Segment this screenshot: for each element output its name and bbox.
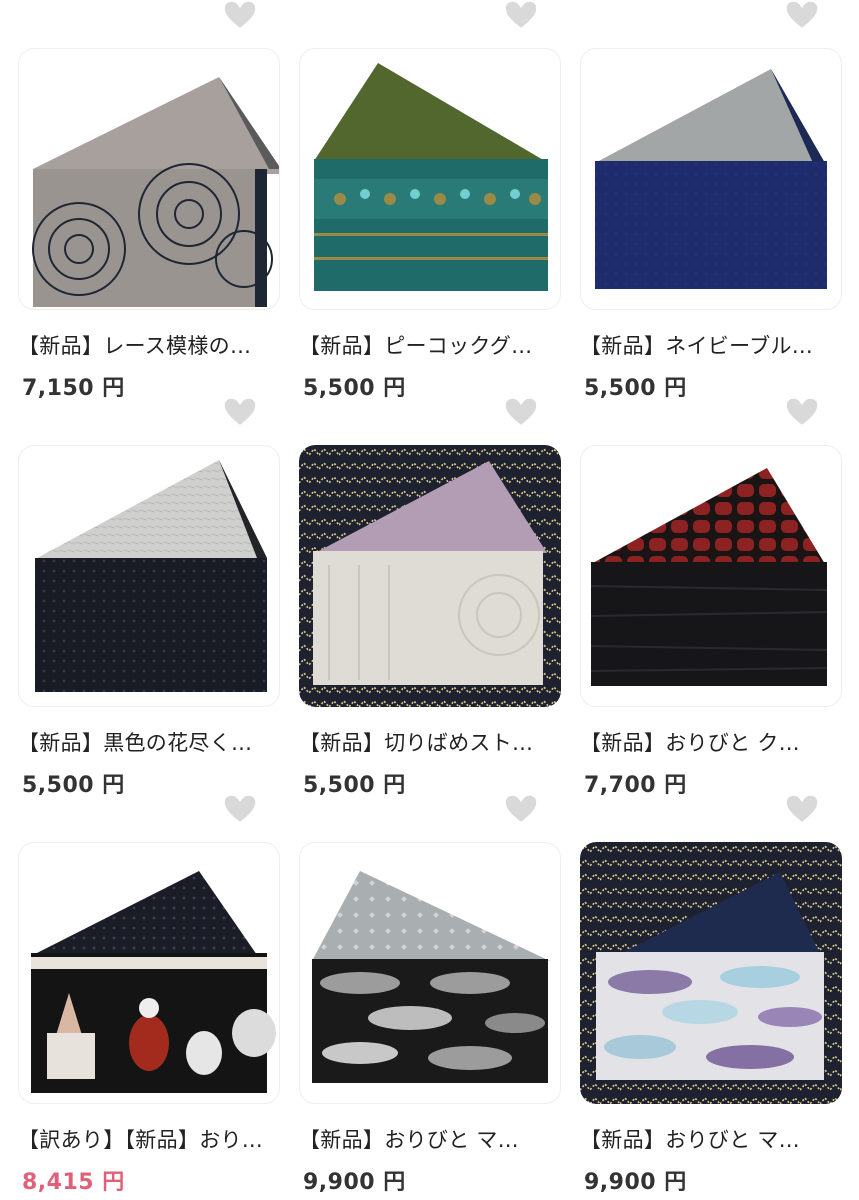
product-title[interactable]: 【新品】レース模様の… xyxy=(18,330,280,360)
product-title[interactable]: 【新品】ネイビーブル… xyxy=(580,330,842,360)
product-title[interactable]: 【新品】黒色の花尽く… xyxy=(18,727,280,757)
product-image[interactable] xyxy=(580,445,842,707)
product-price-sale: 8,415 円 xyxy=(22,1170,125,1195)
product-image[interactable] xyxy=(18,445,280,707)
product-image[interactable] xyxy=(299,842,561,1104)
product-title[interactable]: 【訳あり】【新品】おり… xyxy=(18,1124,280,1154)
product-image[interactable] xyxy=(18,48,280,310)
product-title[interactable]: 【新品】おりびと マ… xyxy=(580,1124,842,1154)
product-image[interactable] xyxy=(580,48,842,310)
product-grid: 【新品】レース模様の… 7,150 円 【新品】ピーコックグ… 5,500 円 … xyxy=(0,0,859,1200)
product-price: 9,900 円 xyxy=(584,1170,687,1195)
product-price: 5,500 円 xyxy=(584,376,687,401)
product-price: 5,500 円 xyxy=(22,773,125,798)
product-title[interactable]: 【新品】おりびと マ… xyxy=(299,1124,561,1154)
favorite-heart-icon[interactable] xyxy=(220,393,260,433)
product-title[interactable]: 【新品】おりびと ク… xyxy=(580,727,842,757)
product-price: 5,500 円 xyxy=(303,376,406,401)
favorite-heart-icon[interactable] xyxy=(220,0,260,36)
product-price: 7,700 円 xyxy=(584,773,687,798)
favorite-heart-icon[interactable] xyxy=(782,790,822,830)
product-image[interactable] xyxy=(18,842,280,1104)
favorite-heart-icon[interactable] xyxy=(501,0,541,36)
product-price: 5,500 円 xyxy=(303,773,406,798)
favorite-heart-icon[interactable] xyxy=(501,393,541,433)
product-image[interactable] xyxy=(299,445,561,707)
product-image[interactable] xyxy=(580,842,842,1104)
product-image[interactable] xyxy=(299,48,561,310)
favorite-heart-icon[interactable] xyxy=(782,0,822,36)
product-price: 7,150 円 xyxy=(22,376,125,401)
product-price: 9,900 円 xyxy=(303,1170,406,1195)
favorite-heart-icon[interactable] xyxy=(501,790,541,830)
product-title[interactable]: 【新品】切りばめスト… xyxy=(299,727,561,757)
product-title[interactable]: 【新品】ピーコックグ… xyxy=(299,330,561,360)
favorite-heart-icon[interactable] xyxy=(220,790,260,830)
favorite-heart-icon[interactable] xyxy=(782,393,822,433)
